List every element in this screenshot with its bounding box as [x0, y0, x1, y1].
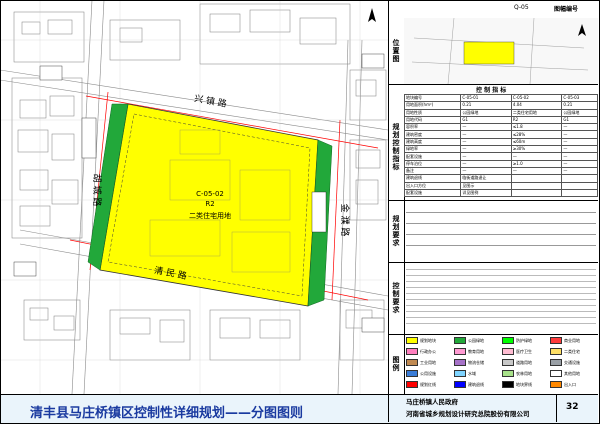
outer-frame	[0, 0, 600, 424]
